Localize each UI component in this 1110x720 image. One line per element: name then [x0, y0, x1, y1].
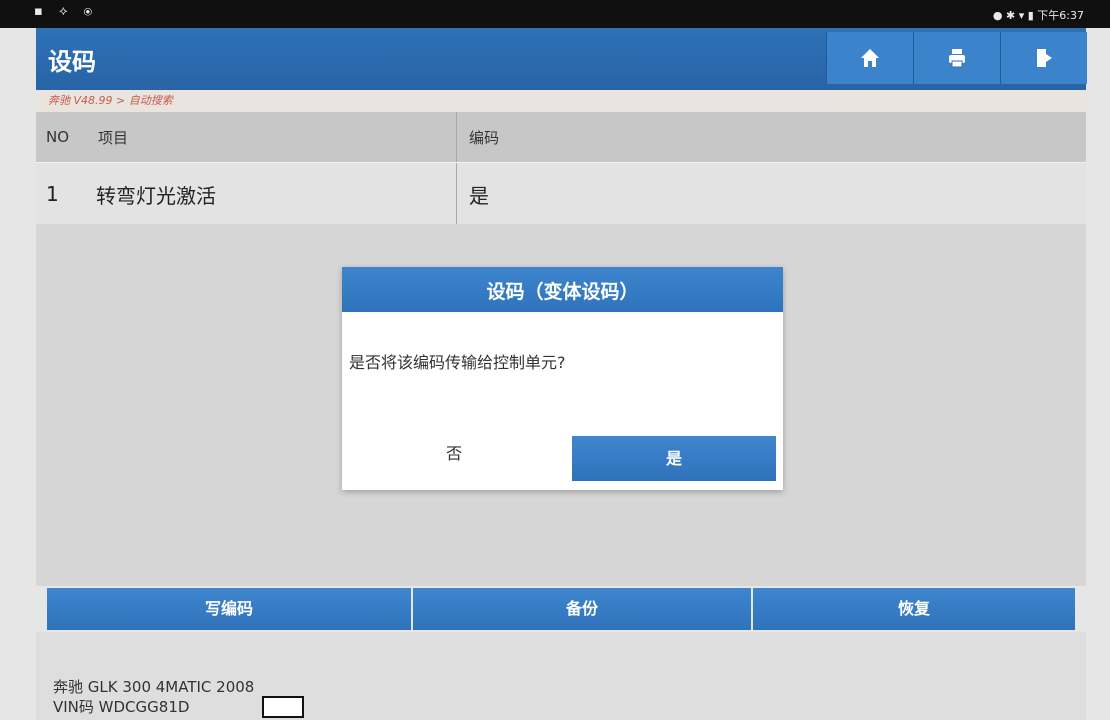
redaction-box — [262, 696, 304, 718]
row-code: 是 — [469, 183, 489, 208]
print-button[interactable] — [913, 32, 1000, 84]
dialog-yes-button[interactable]: 是 — [572, 436, 776, 481]
action-bar: 写编码 备份 恢复 — [47, 588, 1075, 630]
dialog-title: 设码（变体设码） — [342, 267, 783, 312]
page-title: 设码 — [48, 48, 96, 76]
home-icon — [861, 49, 879, 67]
breadcrumb-text: 奔驰 V48.99 > 自动搜索 — [48, 94, 173, 107]
col-code-header: 编码 — [469, 128, 500, 147]
status-bar: ▪ ⟡ ⦿ ● ✱ ▾ ▮ 下午6:37 — [0, 0, 1110, 28]
backup-button[interactable]: 备份 — [413, 588, 751, 630]
status-right-info: ● ✱ ▾ ▮ 下午6:37 — [992, 9, 1084, 22]
restore-button[interactable]: 恢复 — [753, 588, 1075, 630]
header-bar: 设码 — [36, 28, 1087, 90]
column-divider — [456, 163, 457, 225]
print-icon — [949, 49, 965, 68]
row-item: 转弯灯光激活 — [96, 183, 216, 208]
vehicle-vin: VIN码 WDCGG81D — [53, 698, 190, 716]
table-row[interactable]: 1 转弯灯光激活 是 — [36, 162, 1086, 225]
table-header: NO 项目 编码 — [36, 112, 1086, 162]
write-code-button[interactable]: 写编码 — [47, 588, 411, 630]
confirm-dialog: 设码（变体设码） 是否将该编码传输给控制单元? 否 是 — [342, 267, 783, 490]
status-left-icons: ▪ ⟡ ⦿ — [34, 4, 99, 19]
exit-icon — [1037, 49, 1052, 67]
col-no-header: NO — [46, 128, 70, 146]
col-item-header: 项目 — [98, 128, 129, 147]
column-divider — [456, 112, 457, 162]
row-no: 1 — [46, 182, 59, 206]
dialog-message: 是否将该编码传输给控制单元? — [349, 353, 566, 372]
dialog-no-button[interactable]: 否 — [412, 435, 496, 473]
breadcrumb: 奔驰 V48.99 > 自动搜索 — [36, 90, 1086, 112]
vehicle-model: 奔驰 GLK 300 4MATIC 2008 — [53, 678, 255, 696]
home-button[interactable] — [826, 32, 913, 84]
exit-button[interactable] — [1000, 32, 1087, 84]
vehicle-info-panel: 奔驰 GLK 300 4MATIC 2008 VIN码 WDCGG81D — [36, 632, 1086, 720]
